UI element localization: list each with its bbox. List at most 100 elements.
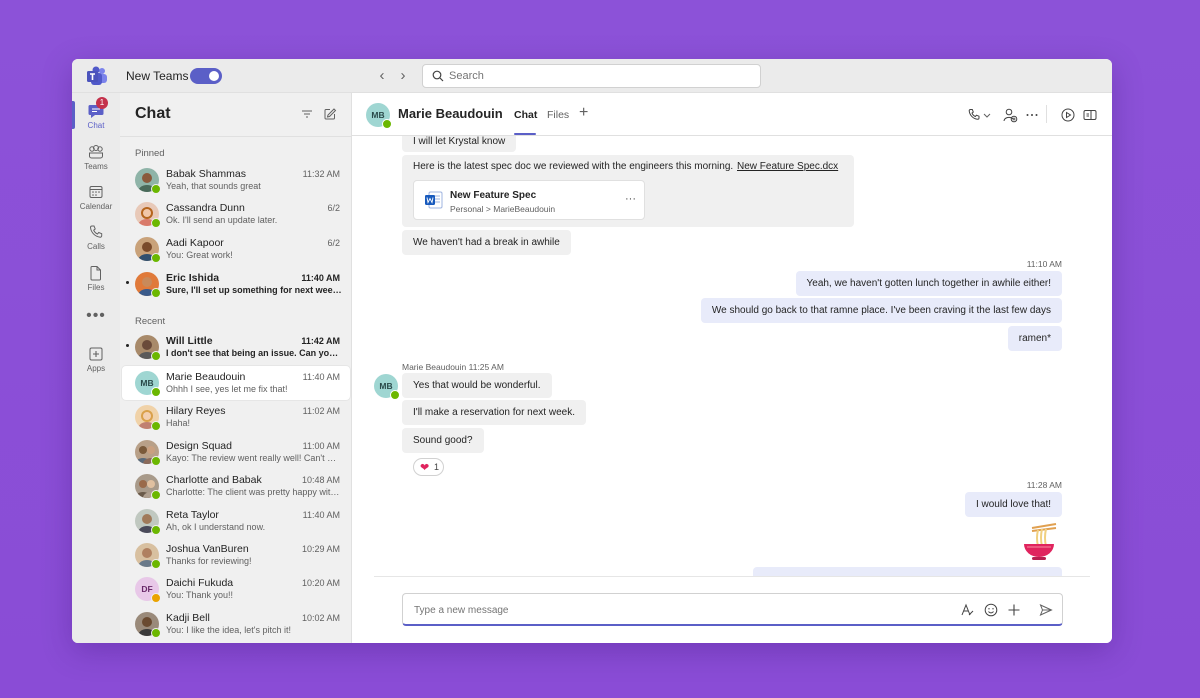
unread-dot	[126, 344, 129, 347]
chat-name: Aadi Kapoor	[166, 237, 224, 249]
call-dropdown-chevron-icon[interactable]	[982, 107, 992, 123]
search-box[interactable]	[422, 64, 761, 88]
chat-name: Babak Shammas	[166, 168, 246, 180]
tab-files[interactable]: Files	[547, 109, 569, 121]
chat-row-marie-beaudouin[interactable]: MB Marie Beaudouin 11:40 AM Ohhh I see, …	[122, 366, 350, 400]
chat-time: 11:40 AM	[302, 372, 340, 382]
chat-row-design-squad[interactable]: Design Squad 11:00 AM Kayo: The review w…	[122, 435, 350, 469]
chat-preview: You: Thank you!!	[166, 590, 234, 600]
pinned-section-label: Pinned	[135, 148, 165, 159]
message-bubble: Yes that would be wonderful.	[402, 373, 552, 398]
new-teams-toggle[interactable]	[190, 68, 222, 84]
chat-row-babak-shammas[interactable]: Babak Shammas 11:32 AM Yeah, that sounds…	[122, 163, 350, 197]
file-link[interactable]: New Feature Spec.dcx	[737, 161, 838, 172]
rail-item-files[interactable]: Files	[72, 261, 120, 299]
toggle-knob	[209, 71, 219, 81]
chat-time: 10:48 AM	[301, 475, 340, 485]
my-message-bubble: Yeah, we haven't gotten lunch together i…	[795, 271, 1062, 296]
chat-row-reta-taylor[interactable]: Reta Taylor 11:40 AM Ah, ok I understand…	[122, 504, 350, 538]
rail-label: Teams	[84, 162, 108, 171]
format-text-icon[interactable]	[959, 602, 975, 618]
message-list: I will let Krystal know Here is the late…	[352, 136, 1112, 576]
compose-box[interactable]	[402, 593, 1063, 626]
chat-time: 10:29 AM	[301, 544, 340, 554]
avatar-initials: MB	[379, 381, 393, 391]
add-tab-plus-icon[interactable]: +	[579, 104, 588, 122]
chat-time: 11:02 AM	[302, 406, 340, 416]
rail-label: Calendar	[79, 202, 113, 211]
new-teams-label: New Teams	[126, 69, 189, 83]
search-input[interactable]	[449, 68, 749, 84]
chat-preview: Haha!	[166, 418, 191, 428]
chat-preview: Ok. I'll send an update later.	[166, 215, 278, 225]
add-people-icon[interactable]	[1002, 107, 1018, 123]
avatar	[135, 202, 161, 228]
file-more-options-icon[interactable]: ···	[625, 193, 636, 205]
message-bubble: I'll make a reservation for next week.	[402, 400, 586, 425]
chat-row-cassandra-dunn[interactable]: Cassandra Dunn 6/2 Ok. I'll send an upda…	[122, 197, 350, 231]
my-message-bubble: ramen*	[1007, 326, 1062, 351]
rail-item-calendar[interactable]: Calendar	[72, 180, 120, 218]
chat-row-kadji-bell[interactable]: Kadji Bell 10:02 AM You: I like the idea…	[122, 607, 350, 641]
presence-available-icon	[151, 525, 161, 535]
chat-row-aadi-kapoor[interactable]: Aadi Kapoor 6/2 You: Great work!	[122, 232, 350, 266]
avatar-initials: DF	[141, 584, 153, 594]
chat-name: Daichi Fukuda	[166, 577, 234, 589]
tab-chat[interactable]: Chat	[514, 109, 537, 121]
avatar	[135, 509, 161, 535]
teams-logo-icon	[87, 66, 107, 85]
presence-available-icon	[382, 119, 392, 129]
rail-item-calls[interactable]: Calls	[72, 220, 120, 258]
more-options-icon[interactable]	[1024, 107, 1040, 123]
rail-item-chat[interactable]: 1 Chat	[72, 97, 120, 137]
back-arrow-icon[interactable]: ‹	[374, 67, 390, 85]
search-icon	[432, 70, 444, 82]
chat-row-eric-ishida[interactable]: Eric Ishida 11:40 AM Sure, I'll set up s…	[122, 267, 350, 301]
chat-time: 11:32 AM	[302, 169, 340, 179]
chat-time: 10:20 AM	[301, 578, 340, 588]
contact-name: Marie Beaudouin	[398, 106, 503, 121]
new-chat-compose-icon[interactable]	[323, 107, 337, 121]
chat-name: Eric Ishida	[166, 272, 220, 284]
rail-label: Chat	[87, 121, 105, 130]
pop-out-chat-icon[interactable]	[1082, 107, 1098, 123]
chat-time: 11:00 AM	[302, 441, 340, 451]
phone-icon	[89, 225, 103, 238]
presence-available-icon	[151, 456, 161, 466]
message-input[interactable]	[414, 602, 934, 618]
chat-row-hilary-reyes[interactable]: Hilary Reyes 11:02 AM Haha!	[122, 400, 350, 434]
chat-row-will-little[interactable]: Will Little 11:42 AM I don't see that be…	[122, 330, 350, 364]
rail-item-teams[interactable]: Teams	[72, 140, 120, 178]
send-icon[interactable]	[1038, 602, 1054, 618]
chat-unread-badge: 1	[96, 97, 108, 109]
chat-row-daichi-fukuda[interactable]: DF Daichi Fukuda 10:20 AM You: Thank you…	[122, 572, 350, 606]
file-name: New Feature Spec	[450, 190, 537, 201]
more-apps-ellipsis-icon[interactable]: •••	[72, 307, 120, 325]
forward-arrow-icon[interactable]: ›	[395, 67, 411, 85]
add-attachment-plus-icon[interactable]	[1006, 602, 1022, 618]
presence-available-icon	[151, 218, 161, 228]
heart-reaction[interactable]: ❤ 1	[413, 458, 444, 476]
avatar: MB	[135, 371, 161, 397]
chat-preview: Yeah, that sounds great	[166, 181, 261, 191]
file-attachment-card[interactable]: New Feature Spec Personal > MarieBeaudou…	[413, 180, 645, 220]
teams-window: New Teams ‹ › 1 Chat Teams Calendar Call…	[72, 59, 1112, 643]
word-doc-icon	[425, 191, 443, 209]
rail-label: Apps	[86, 364, 106, 373]
video-play-icon[interactable]	[1060, 107, 1076, 123]
file-path: Personal > MarieBeaudouin	[450, 204, 556, 214]
avatar	[135, 335, 161, 361]
calendar-icon	[89, 186, 103, 198]
reaction-count: 1	[434, 462, 440, 472]
chat-time: 6/2	[327, 203, 340, 213]
emoji-icon[interactable]	[983, 602, 999, 618]
chat-row-joshua-vanburen[interactable]: Joshua VanBuren 10:29 AM Thanks for revi…	[122, 538, 350, 572]
chat-row-charlotte-and-babak[interactable]: Charlotte and Babak 10:48 AM Charlotte: …	[122, 469, 350, 503]
rail-item-apps[interactable]: Apps	[72, 342, 120, 380]
chat-preview: Kayo: The review went really well! Can't…	[166, 453, 342, 463]
chat-preview: Ohhh I see, yes let me fix that!	[166, 384, 288, 394]
header-separator	[1046, 105, 1047, 123]
chat-preview: You: I like the idea, let's pitch it!	[166, 625, 291, 635]
call-phone-icon[interactable]	[966, 107, 982, 123]
filter-icon[interactable]	[300, 107, 314, 121]
